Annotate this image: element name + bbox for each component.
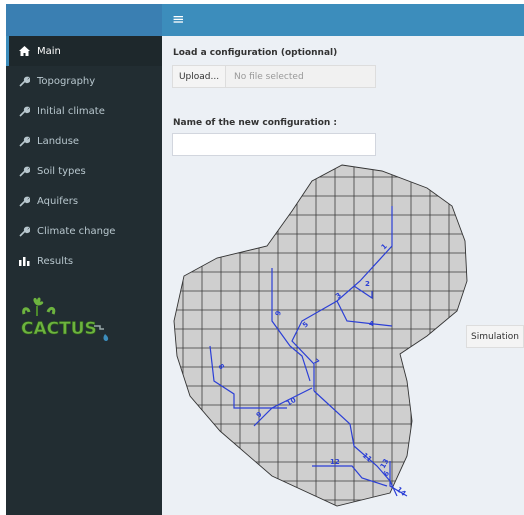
sidebar-item-aquifers[interactable]: Aquifers (6, 186, 162, 216)
sidebar-item-soil-types[interactable]: Soil types (6, 156, 162, 186)
sidebar-item-main[interactable]: Main (6, 36, 162, 66)
sidebar-item-results[interactable]: Results (6, 246, 162, 276)
sidebar-menu: Main Topography Initial climate Landuse … (6, 36, 162, 276)
sidebar-item-label: Topography (37, 75, 96, 87)
wrench-icon (17, 104, 31, 118)
river-label: 12 (330, 458, 340, 466)
sidebar-item-label: Climate change (37, 225, 116, 237)
sidebar-item-label: Soil types (37, 165, 86, 177)
top-navbar: ≡ (162, 4, 524, 36)
logo-header (6, 4, 162, 36)
home-icon (17, 44, 31, 58)
river-label: 2 (365, 280, 370, 288)
sidebar-item-label: Results (37, 255, 74, 267)
main-content: Load a configuration (optionnal) Upload.… (162, 36, 524, 515)
hamburger-icon[interactable]: ≡ (172, 10, 185, 28)
sidebar-item-topography[interactable]: Topography (6, 66, 162, 96)
sidebar-item-landuse[interactable]: Landuse (6, 126, 162, 156)
sidebar-item-climate-change[interactable]: Climate change (6, 216, 162, 246)
wrench-icon (17, 74, 31, 88)
sidebar: Main Topography Initial climate Landuse … (6, 36, 162, 515)
sidebar-item-label: Landuse (37, 135, 80, 147)
wrench-icon (17, 134, 31, 148)
sidebar-item-label: Main (37, 45, 61, 57)
bar-chart-icon (17, 254, 31, 268)
catchment-area (174, 165, 467, 506)
river-label: 4 (369, 320, 374, 328)
wrench-icon (17, 164, 31, 178)
catchment-map: 1 2 3 4 5 6 7 8 9 10 9 11 12 13 14 (173, 164, 468, 507)
simulation-button[interactable]: Simulation (466, 325, 524, 348)
cactus-logo: CACTUS (21, 297, 109, 341)
logo-text: CACTUS (21, 319, 97, 339)
sidebar-item-initial-climate[interactable]: Initial climate (6, 96, 162, 126)
sidebar-item-label: Initial climate (37, 105, 105, 117)
sidebar-item-label: Aquifers (37, 195, 79, 207)
wrench-icon (17, 194, 31, 208)
wrench-icon (17, 224, 31, 238)
